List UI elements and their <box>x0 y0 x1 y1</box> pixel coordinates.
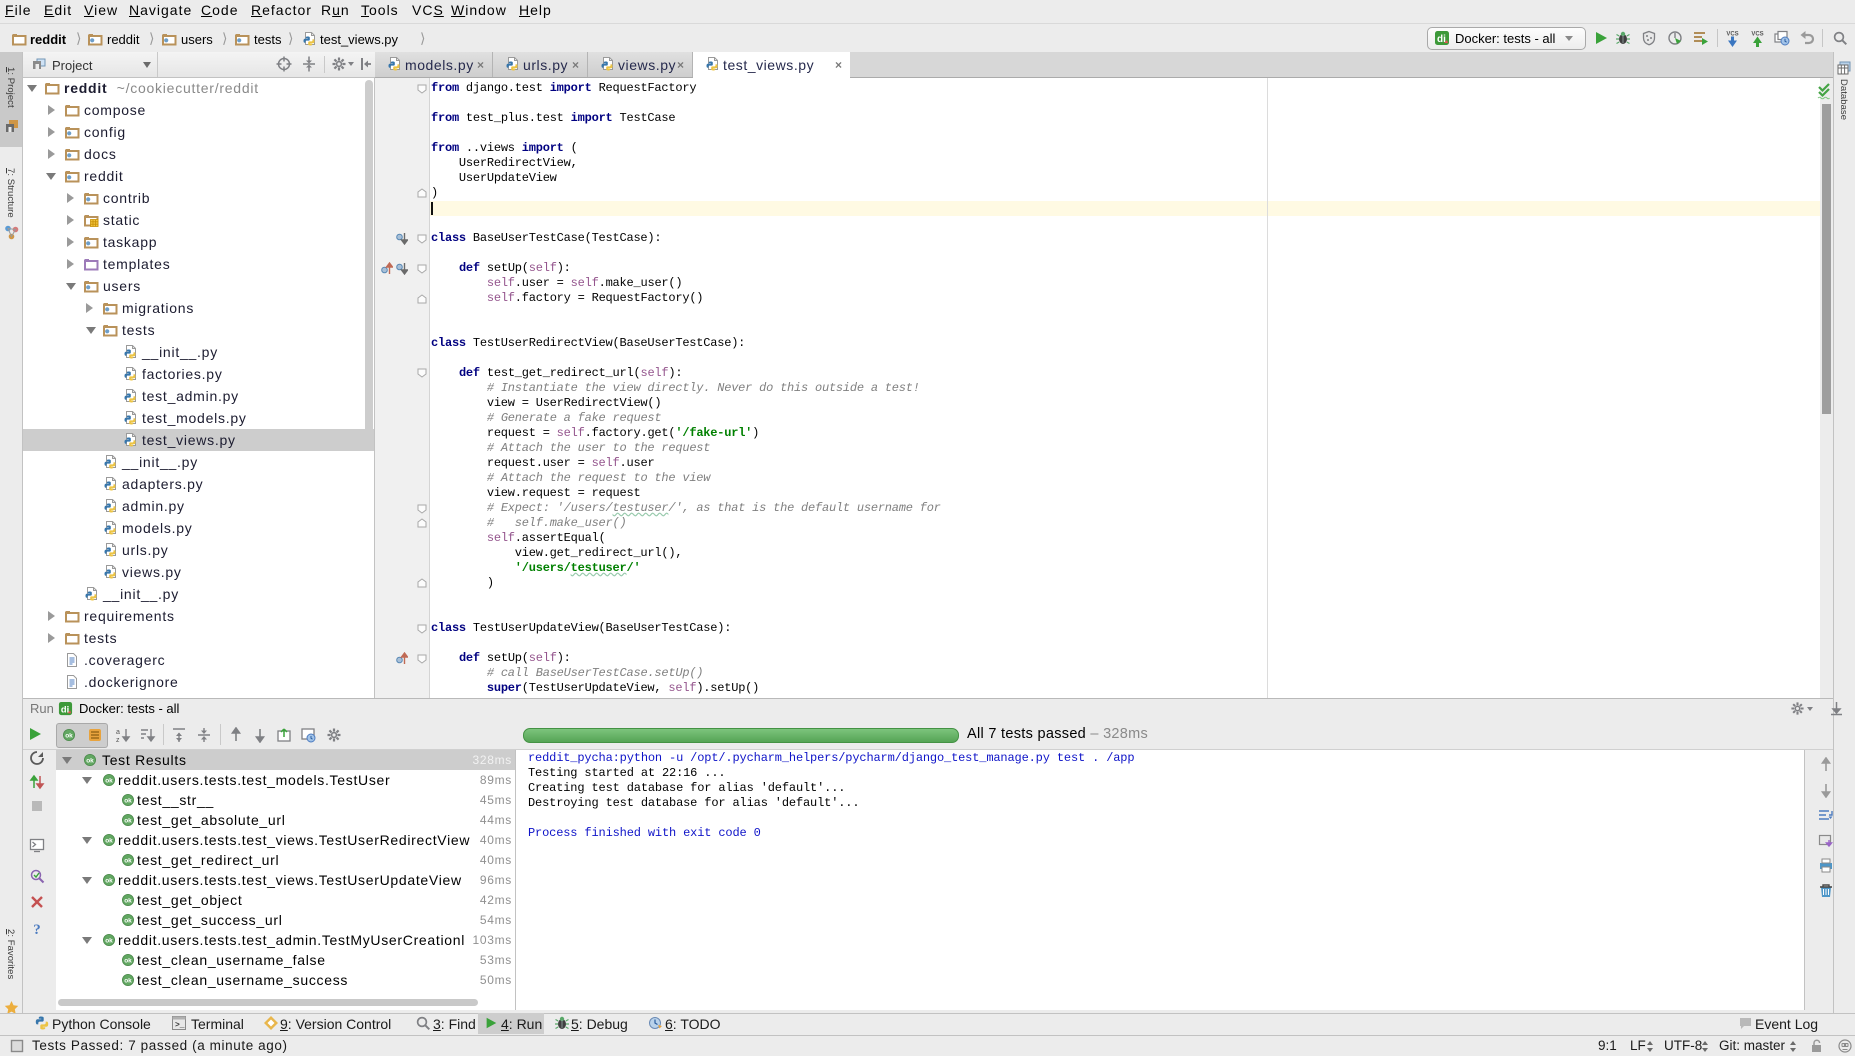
svg-text:?: ? <box>33 922 41 936</box>
svg-text:a: a <box>116 729 120 736</box>
svg-text:z: z <box>116 737 120 743</box>
svg-text:>_: >_ <box>175 1021 185 1030</box>
